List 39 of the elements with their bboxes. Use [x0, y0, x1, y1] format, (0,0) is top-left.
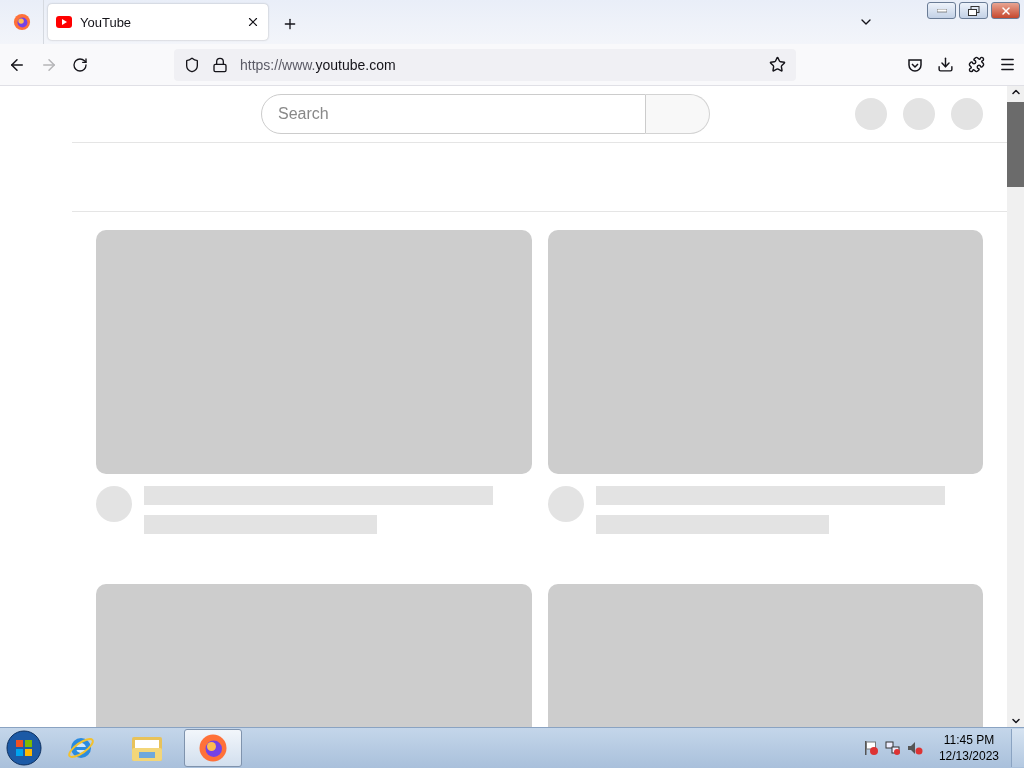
skeleton-circle — [951, 98, 983, 130]
folder-icon — [131, 734, 163, 762]
speaker-icon[interactable] — [906, 740, 923, 756]
network-icon[interactable] — [884, 740, 901, 756]
pocket-icon[interactable] — [907, 56, 923, 73]
clock-date: 12/13/2023 — [938, 748, 999, 764]
search-field[interactable]: Search — [261, 94, 646, 134]
reload-icon[interactable] — [72, 56, 88, 73]
minimize-icon — [936, 8, 947, 13]
download-icon[interactable] — [937, 56, 954, 73]
close-icon[interactable] — [246, 15, 260, 29]
taskbar-app-button[interactable] — [184, 729, 242, 767]
firefox-icon — [198, 733, 228, 763]
close-button[interactable] — [991, 2, 1020, 19]
star-icon[interactable] — [769, 56, 786, 73]
new-tab-icon[interactable] — [282, 16, 298, 32]
flag-icon[interactable] — [862, 740, 879, 756]
skeleton-circle — [855, 98, 887, 130]
youtube-icon — [56, 16, 72, 28]
skeleton-circle — [903, 98, 935, 130]
close-icon — [999, 4, 1012, 17]
firefox-icon — [12, 13, 31, 31]
clock-time: 11:45 PM — [943, 732, 995, 748]
restore-button[interactable] — [959, 2, 988, 19]
avatar-placeholder — [96, 486, 132, 522]
restore-icon — [967, 5, 980, 16]
menu-icon[interactable] — [999, 56, 1016, 73]
start-button[interactable] — [4, 729, 44, 767]
scroll-thumb[interactable] — [1007, 102, 1024, 187]
url-text: https://www.youtube.com — [240, 56, 397, 73]
scrollbar[interactable] — [1007, 86, 1024, 727]
puzzle-icon[interactable] — [968, 56, 985, 73]
shield-icon[interactable] — [184, 56, 200, 73]
tab-title: YouTube — [80, 14, 133, 30]
avatar-placeholder — [548, 486, 584, 522]
lock-icon[interactable] — [212, 56, 228, 73]
address-bar[interactable]: https://www.youtube.com — [174, 48, 796, 81]
browser-tab[interactable]: YouTube — [48, 4, 268, 40]
minimize-button[interactable] — [927, 2, 956, 19]
